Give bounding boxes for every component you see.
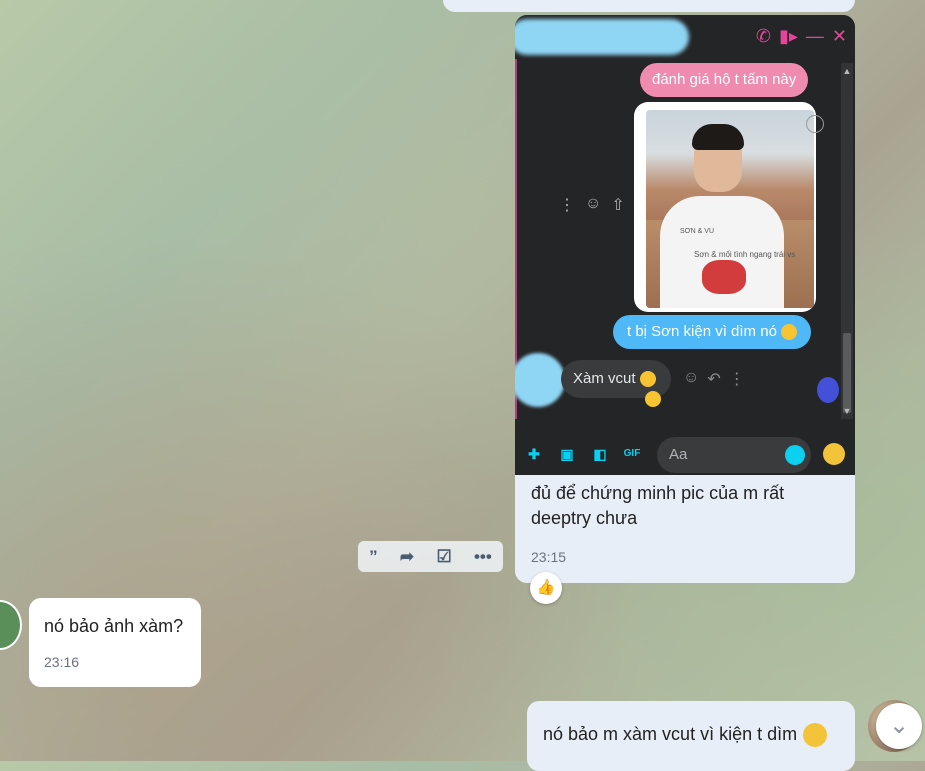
close-icon: ✕	[831, 26, 847, 46]
forward-icon[interactable]: ➦	[400, 547, 414, 567]
plus-icon: ✚	[528, 446, 540, 462]
shirt-brand-text: SƠN & VU	[680, 228, 715, 235]
messenger-blue-message: t bị Sơn kiện vì dìm nó	[613, 315, 811, 349]
blurred-contact-name	[515, 19, 689, 55]
messenger-pink-message: đánh giá hộ t tấm này	[640, 63, 809, 97]
incoming-message-text: nó bảo ảnh xàm?	[44, 616, 184, 636]
pensive-emoji-icon	[645, 391, 661, 407]
grin-emoji-icon	[780, 324, 797, 341]
person-hair	[692, 124, 744, 150]
messenger-header-actions: ✆ ▮▸ — ✕	[756, 25, 847, 47]
smile-emoji-icon	[639, 371, 656, 388]
task-icon[interactable]: ☑	[436, 547, 451, 567]
outgoing-last-message-text: nó bảo m xàm vcut vì kiện t dìm	[543, 723, 828, 747]
photo-of-person: SƠN & VU Sơn & mối tình ngang trái vs	[646, 110, 814, 308]
outgoing-last-text: nó bảo m xàm vcut vì kiện t dìm	[543, 723, 798, 744]
emoji-icon	[785, 445, 805, 465]
reply-icon: ↶	[707, 371, 721, 388]
more-vertical-icon: ⋮	[559, 197, 575, 214]
shirt-graphic	[702, 260, 746, 294]
dark-message-actions: ☺ ↶ ⋮	[683, 369, 745, 389]
image-icon: ▣	[560, 446, 574, 462]
message-hover-toolbar: ” ➦ ☑ •••	[358, 541, 503, 572]
emoji-react-icon: ☺	[683, 369, 700, 386]
blue-message-text: t bị Sơn kiện vì dìm nó	[627, 323, 777, 340]
select-circle-icon	[806, 115, 824, 133]
message-timestamp: 23:15	[531, 549, 567, 565]
more-vertical-icon: ⋮	[728, 371, 745, 388]
messenger-scrollbar: ▲ ▼	[841, 63, 853, 419]
scroll-up-arrow-icon: ▲	[842, 66, 852, 76]
phone-icon: ✆	[755, 26, 771, 46]
messenger-input-placeholder: Aa	[669, 446, 688, 463]
thumbs-up-reaction-icon[interactable]: 👍	[530, 572, 562, 604]
scroll-thumb	[843, 333, 851, 413]
sticker-icon: ◧	[593, 446, 607, 462]
chevron-down-icon: ⌄	[888, 712, 910, 739]
incoming-message-bubble[interactable]: nó bảo ảnh xàm? 23:16	[29, 598, 201, 687]
photo-message: SƠN & VU Sơn & mối tình ngang trái vs	[634, 102, 816, 312]
scroll-down-arrow-icon: ▼	[842, 406, 852, 416]
face-emoji-icon	[823, 443, 845, 465]
quote-icon[interactable]: ”	[369, 547, 378, 567]
blurred-avatar	[515, 353, 565, 407]
messenger-screenshot[interactable]: ✆ ▮▸ — ✕ ▲ ▼ đánh giá hộ t tấm này ⋮ ☺ ⇧	[515, 15, 855, 475]
share-icon: ⇧	[611, 197, 625, 214]
incoming-message-timestamp: 23:16	[44, 654, 80, 670]
dark-message-text: Xàm vcut	[573, 370, 636, 387]
messenger-text-input: Aa	[657, 437, 811, 473]
messenger-composer: ✚ ▣ ◧ GIF Aa	[515, 435, 855, 475]
message-caption: đủ để chứng minh pic của m rất deeptry c…	[531, 483, 785, 528]
read-receipt-dot	[817, 377, 839, 403]
minimize-icon: —	[805, 26, 824, 46]
video-icon: ▮▸	[778, 26, 798, 46]
scroll-to-bottom-button[interactable]: ⌄	[876, 703, 922, 749]
more-icon[interactable]: •••	[474, 547, 492, 567]
gif-icon: GIF	[623, 448, 641, 459]
photo-actions: ⋮ ☺ ⇧	[559, 195, 625, 215]
grin-emoji-icon	[803, 723, 828, 747]
emoji-react-icon: ☺	[585, 195, 602, 212]
messenger-header: ✆ ▮▸ — ✕	[515, 15, 855, 59]
previous-message-bubble	[443, 0, 855, 12]
outgoing-message-bubble[interactable]: ✆ ▮▸ — ✕ ▲ ▼ đánh giá hộ t tấm này ⋮ ☺ ⇧	[515, 15, 855, 583]
shirt-caption-text: Sơn & mối tình ngang trái vs	[694, 250, 796, 259]
